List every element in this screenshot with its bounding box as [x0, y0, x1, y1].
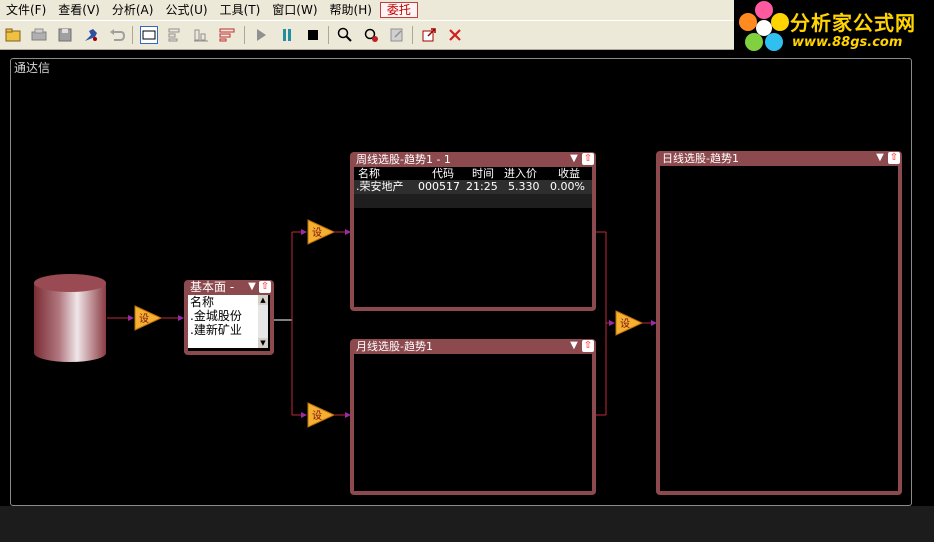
- expand-up-icon[interactable]: ⇧: [582, 340, 594, 352]
- filter-node-icon[interactable]: 设: [307, 402, 335, 428]
- table-row[interactable]: [354, 194, 592, 208]
- dropdown-icon[interactable]: ▼: [568, 153, 580, 165]
- daily-panel[interactable]: 日线选股-趋势1 ▼ ⇧: [656, 151, 902, 495]
- svg-text:设: 设: [312, 410, 322, 422]
- filter-node-icon[interactable]: 设: [134, 305, 162, 331]
- scroll-up-icon[interactable]: ▲: [258, 295, 268, 305]
- dropdown-icon[interactable]: ▼: [246, 281, 258, 293]
- column-header[interactable]: 收益: [558, 167, 580, 180]
- panel-title-bar[interactable]: 基本面 - ▼ ⇧: [188, 280, 271, 295]
- svg-text:设: 设: [620, 318, 630, 330]
- entry-price: 5.330: [508, 180, 540, 193]
- panel-title: 月线选股-趋势1: [356, 340, 433, 353]
- filter-node-icon[interactable]: 设: [307, 219, 335, 245]
- expand-up-icon[interactable]: ⇧: [888, 152, 900, 164]
- scroll-down-icon[interactable]: ▼: [258, 338, 268, 348]
- table-row[interactable]: .荣安地产 000517 21:25 5.330 0.00%: [354, 180, 592, 194]
- database-icon[interactable]: [33, 273, 107, 363]
- list-header: 名称: [190, 295, 215, 309]
- fundamental-panel[interactable]: 基本面 - ▼ ⇧ 名称 .金城股份 .建新矿业 ▲ ▼: [184, 280, 274, 355]
- weekly-panel[interactable]: 周线选股-趋势1 - 1 ▼ ⇧ 名称 代码 时间 进入价 收益 .荣安地产 0…: [350, 152, 596, 311]
- panel-title-bar[interactable]: 周线选股-趋势1 - 1 ▼ ⇧: [354, 152, 594, 167]
- svg-text:设: 设: [312, 227, 322, 239]
- stock-name: .荣安地产: [356, 180, 404, 193]
- grid-header: 名称 代码 时间 进入价 收益: [354, 167, 592, 180]
- bottom-area: [0, 506, 934, 542]
- expand-up-icon[interactable]: ⇧: [582, 153, 594, 165]
- column-header[interactable]: 代码: [432, 167, 454, 180]
- monthly-panel[interactable]: 月线选股-趋势1 ▼ ⇧: [350, 339, 596, 495]
- dropdown-icon[interactable]: ▼: [874, 152, 886, 164]
- expand-up-icon[interactable]: ⇧: [259, 281, 271, 293]
- panel-title-bar[interactable]: 日线选股-趋势1 ▼ ⇧: [660, 151, 900, 166]
- panel-title: 周线选股-趋势1 - 1: [356, 153, 451, 166]
- scrollbar[interactable]: ▲ ▼: [258, 295, 268, 348]
- entry-time: 21:25: [466, 180, 498, 193]
- list-item[interactable]: .建新矿业: [188, 323, 258, 337]
- column-header[interactable]: 名称: [358, 167, 380, 180]
- svg-text:设: 设: [139, 313, 149, 325]
- panel-title: 日线选股-趋势1: [662, 152, 739, 165]
- list-item[interactable]: .金城股份: [188, 309, 258, 323]
- profit: 0.00%: [550, 180, 585, 193]
- panel-title: 基本面 -: [190, 280, 235, 294]
- panel-title-bar[interactable]: 月线选股-趋势1 ▼ ⇧: [354, 339, 594, 354]
- column-header[interactable]: 时间: [472, 167, 494, 180]
- filter-node-icon[interactable]: 设: [615, 310, 643, 336]
- stock-list[interactable]: 名称 .金城股份 .建新矿业: [188, 295, 258, 348]
- dropdown-icon[interactable]: ▼: [568, 340, 580, 352]
- column-header[interactable]: 进入价: [504, 167, 537, 180]
- stock-code: 000517: [418, 180, 460, 193]
